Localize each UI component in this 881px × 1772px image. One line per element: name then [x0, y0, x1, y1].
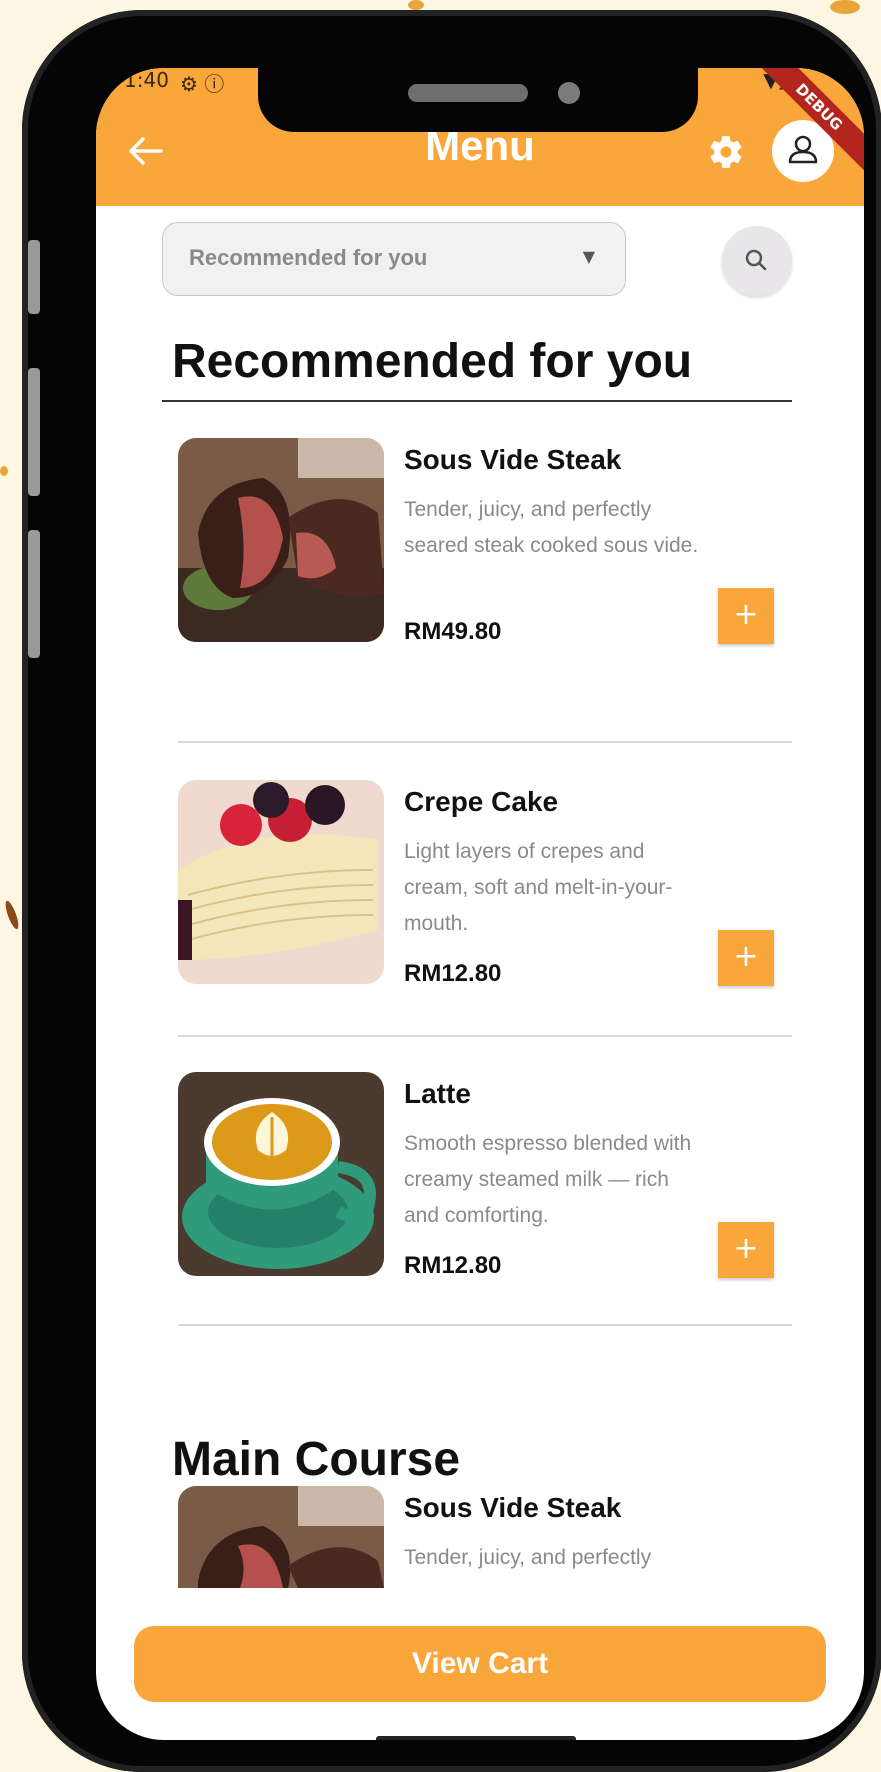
- front-camera: [558, 82, 580, 104]
- item-price: RM12.80: [404, 960, 502, 987]
- item-description: Tender, juicy, and perfectly: [404, 1546, 652, 1569]
- steak-image: [178, 438, 384, 642]
- gear-icon: [710, 136, 742, 168]
- latte-image: [178, 1072, 384, 1276]
- add-to-cart-button[interactable]: +: [718, 588, 774, 644]
- item-price: RM12.80: [404, 1252, 502, 1279]
- item-name: Sous Vide Steak: [404, 1492, 622, 1523]
- phone-side-button: [28, 530, 40, 658]
- section-title: Recommended for you: [172, 335, 693, 388]
- speaker-grille: [408, 84, 528, 102]
- item-name: Latte: [404, 1078, 471, 1109]
- background-dot: [830, 0, 860, 14]
- crepe-cake-image: [178, 780, 384, 984]
- search-icon: [745, 249, 767, 271]
- menu-item[interactable]: Sous Vide Steak Tender, juicy, and perfe…: [178, 438, 792, 688]
- status-icons: ⚙ ⓘ: [180, 72, 225, 96]
- background-dot: [0, 466, 8, 476]
- section-title: Main Course: [172, 1433, 461, 1486]
- home-indicator: [376, 1736, 576, 1740]
- add-to-cart-button[interactable]: +: [718, 1222, 774, 1278]
- phone-side-button: [28, 240, 40, 314]
- background-dot: [3, 899, 21, 931]
- item-name: Crepe Cake: [404, 786, 559, 817]
- category-dropdown[interactable]: Recommended for you ▼: [162, 222, 626, 296]
- section-divider: [162, 400, 792, 402]
- phone-frame: 1:40 ⚙ ⓘ ▼◢ Menu: [22, 10, 881, 1772]
- item-description: Tender, juicy, and perfectly seared stea…: [404, 498, 699, 557]
- app-screen: 1:40 ⚙ ⓘ ▼◢ Menu: [96, 68, 864, 1740]
- settings-button[interactable]: [702, 128, 750, 176]
- item-description: Light layers of crepes and cream, soft a…: [404, 840, 673, 935]
- camera-notch: [258, 68, 698, 132]
- item-description: Smooth espresso blended with creamy stea…: [404, 1132, 692, 1227]
- item-price: RM49.80: [404, 618, 502, 645]
- menu-item[interactable]: Latte Smooth espresso blended with cream…: [178, 1072, 792, 1322]
- steak-image: [178, 1486, 384, 1588]
- item-name: Sous Vide Steak: [404, 444, 622, 475]
- view-cart-button[interactable]: View Cart: [134, 1626, 826, 1702]
- search-button[interactable]: [722, 226, 792, 296]
- background-dot: [408, 0, 424, 10]
- caret-down-icon: ▼: [582, 247, 595, 266]
- dropdown-selected-value: Recommended for you: [189, 245, 428, 270]
- item-divider: [178, 1324, 792, 1326]
- item-divider: [178, 741, 792, 743]
- phone-side-button: [28, 368, 40, 496]
- menu-item[interactable]: Sous Vide Steak Tender, juicy, and perfe…: [178, 1486, 792, 1638]
- app-bar: 1:40 ⚙ ⓘ ▼◢ Menu: [96, 68, 864, 206]
- item-divider: [178, 1035, 792, 1037]
- add-to-cart-button[interactable]: +: [718, 930, 774, 986]
- status-time: 1:40: [124, 68, 169, 92]
- menu-item[interactable]: Crepe Cake Light layers of crepes and cr…: [178, 780, 792, 1030]
